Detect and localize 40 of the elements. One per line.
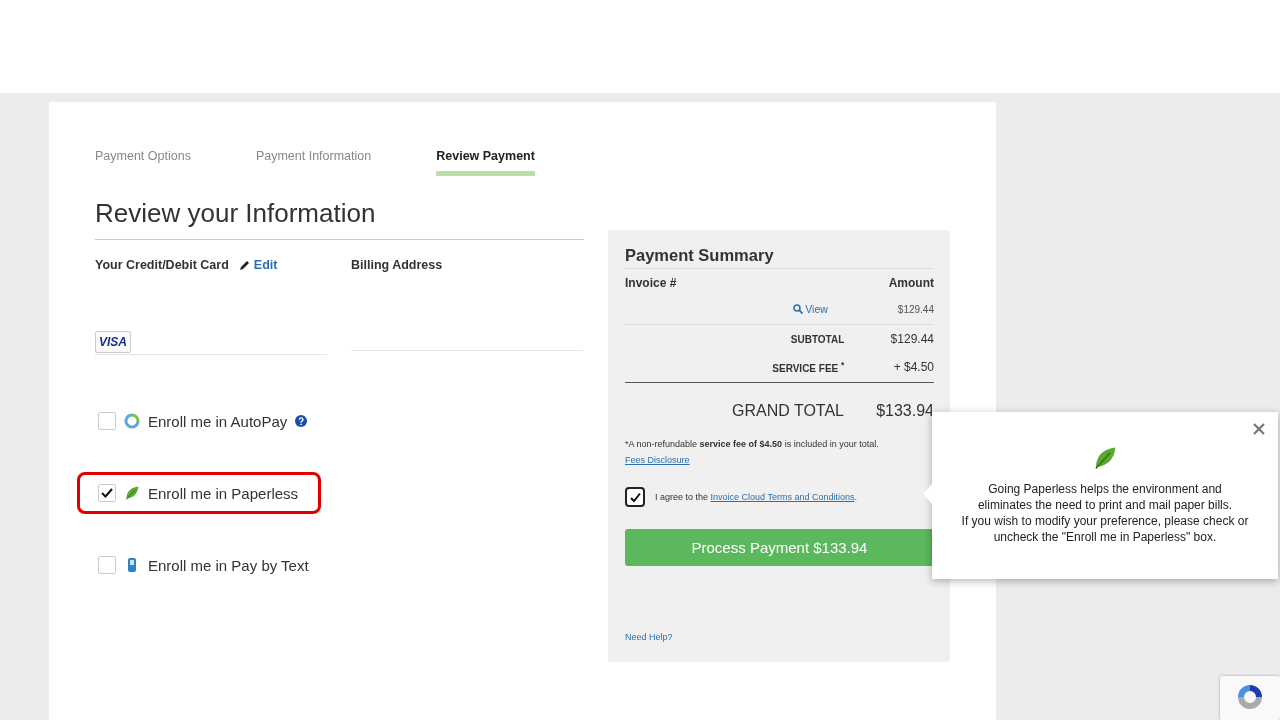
checkbox-label[interactable]: Enroll me in Pay by Text	[148, 556, 309, 574]
need-help-link[interactable]: Need Help?	[625, 632, 673, 642]
grand-total-value: $133.94	[875, 402, 934, 420]
step-tab[interactable]: Payment Options	[95, 149, 191, 176]
agree-checkbox[interactable]	[625, 487, 645, 507]
section-title: Your Credit/Debit Card	[95, 258, 229, 272]
checkbox-label[interactable]: Enroll me in Paperless	[148, 484, 299, 502]
refresh-icon	[124, 413, 140, 429]
edit-link[interactable]: Edit	[238, 258, 278, 272]
checkbox-label[interactable]: Enroll me in AutoPay	[148, 412, 288, 430]
total-label: SERVICE FEE $^{*}$	[771, 359, 845, 375]
checkbox[interactable]	[98, 556, 116, 574]
page-heading: Review your Information	[95, 198, 584, 240]
recaptcha-icon	[1235, 682, 1265, 712]
search-icon	[793, 304, 804, 314]
total-value: $129.44	[889, 332, 934, 346]
total-value: + $4.50	[892, 360, 934, 374]
step-tab[interactable]: Payment Information	[255, 149, 372, 176]
close-icon[interactable]	[1252, 422, 1266, 436]
checkbox[interactable]	[98, 412, 116, 430]
pencil-icon	[238, 259, 251, 271]
leaf-icon	[124, 485, 140, 501]
column-header: Amount	[888, 276, 934, 290]
checkbox[interactable]	[98, 484, 116, 502]
fees-disclosure-link[interactable]: Fees Disclosure	[625, 455, 690, 465]
popover-message: Going Paperless helps the environment and eliminates the need to print and mail paper bills. If you wish to modify your preference, please check or uncheck the "Enroll me in Paperless" box.	[960, 481, 1250, 545]
checkmark-icon	[628, 490, 642, 504]
total-label: SUBTOTAL	[789, 333, 845, 345]
checkmark-icon	[100, 486, 114, 500]
view-invoice-link[interactable]: View	[793, 303, 828, 315]
step-tab[interactable]: Review Payment	[436, 149, 535, 176]
help-icon[interactable]	[295, 415, 308, 427]
section-title: Billing Address	[351, 258, 443, 272]
card-brand-logo: VISA	[95, 331, 131, 353]
invoice-amount: $129.44	[897, 303, 934, 315]
summary-title: Payment Summary	[625, 246, 934, 269]
fee-note: *A non-refundable service fee of $4.50 is included in your total.	[625, 439, 880, 449]
terms-agreement-text: I agree to the Invoice Cloud Terms and Conditions.	[655, 492, 857, 502]
column-header: Invoice #	[625, 276, 677, 290]
grand-total-label: GRAND TOTAL	[731, 402, 844, 420]
